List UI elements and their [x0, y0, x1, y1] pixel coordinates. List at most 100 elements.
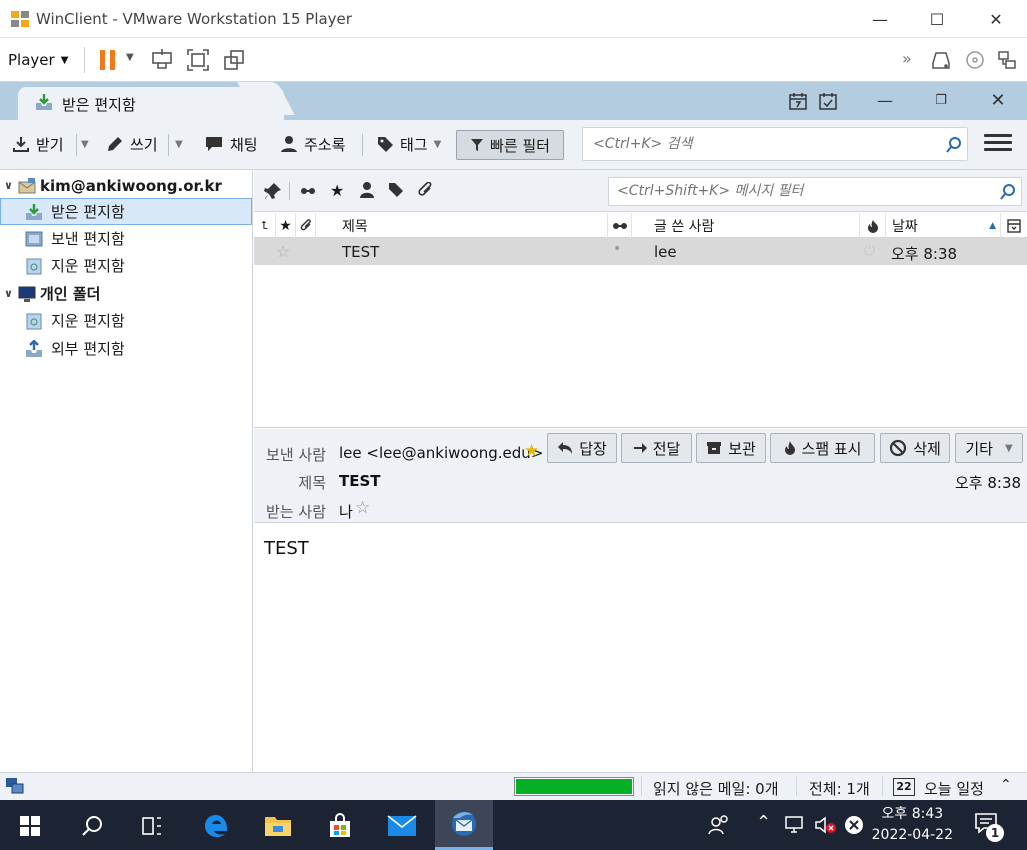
folder-sent[interactable]: 보낸 편지함 — [0, 225, 252, 252]
network-icon[interactable] — [996, 49, 1018, 71]
close-button[interactable]: ✕ — [973, 0, 1019, 38]
quick-filter-button[interactable]: 빠른 필터 — [456, 130, 564, 160]
forward-button[interactable]: 전달 — [621, 433, 692, 463]
tab-inbox[interactable]: 받은 편지함 — [18, 87, 284, 120]
close-circle-icon[interactable] — [844, 815, 864, 835]
chevron-down-icon[interactable]: ∨ — [4, 287, 14, 300]
contact-icon[interactable] — [360, 182, 374, 198]
chevron-down-icon[interactable]: ▼ — [126, 52, 134, 63]
edge-button[interactable] — [194, 807, 238, 845]
mail-button[interactable] — [380, 807, 424, 845]
from-value[interactable]: lee <lee@ankiwoong.edu> — [339, 444, 543, 462]
divider — [362, 134, 363, 156]
unread-icon[interactable] — [300, 184, 316, 198]
app-menu-button[interactable] — [984, 134, 1012, 156]
star-icon[interactable]: ★ — [524, 441, 539, 461]
message-filter[interactable] — [608, 177, 1022, 206]
chevron-down-icon[interactable]: ▼ — [81, 139, 89, 150]
tag-button[interactable]: 태그 ▼ — [372, 130, 445, 158]
more-button[interactable]: 기타 ▼ — [955, 433, 1023, 463]
column-attachment[interactable] — [296, 213, 316, 238]
search-input[interactable] — [593, 136, 933, 152]
column-star[interactable]: ★ — [276, 213, 296, 238]
folder-local[interactable]: ∨ 개인 폴더 — [0, 280, 252, 307]
column-date[interactable]: 날짜 ▲ — [886, 213, 1001, 238]
message-filter-input[interactable] — [617, 183, 987, 199]
person-icon — [281, 136, 297, 152]
task-view-button[interactable] — [130, 807, 174, 845]
archive-button[interactable]: 보관 — [696, 433, 766, 463]
calendar-icon[interactable] — [788, 91, 808, 111]
folder-local-trash[interactable]: 지운 편지함 — [0, 307, 252, 334]
to-label: 받는 사람 — [266, 503, 326, 521]
column-author[interactable]: 글 쓴 사람 — [632, 213, 860, 238]
send-ctrl-alt-del-icon[interactable] — [150, 48, 174, 72]
unity-icon[interactable] — [222, 48, 246, 72]
junk-button[interactable]: 스팸 표시 — [770, 433, 875, 463]
column-subject[interactable]: 제목 — [316, 213, 608, 238]
tb-close-button[interactable]: ✕ — [975, 82, 1021, 118]
chevron-down-icon[interactable]: ▼ — [175, 139, 183, 150]
to-value[interactable]: 나 — [339, 501, 353, 522]
column-thread[interactable]: ⮤ — [254, 213, 276, 238]
today-pane-label[interactable]: 오늘 일정 — [924, 778, 984, 799]
get-messages-button[interactable]: 받기 — [8, 130, 68, 158]
column-picker[interactable] — [1001, 213, 1027, 238]
tb-minimize-button[interactable]: — — [862, 82, 908, 118]
column-junk[interactable] — [860, 213, 886, 238]
tasks-icon[interactable] — [818, 91, 838, 111]
folder-outbox[interactable]: 외부 편지함 — [0, 335, 252, 362]
store-icon — [330, 813, 350, 837]
star-outline-icon[interactable]: ☆ — [276, 242, 290, 261]
table-row[interactable]: ☆ TEST • lee ⏻ 오후 8:38 — [254, 238, 1027, 265]
online-status-icon[interactable] — [5, 777, 25, 795]
folder-account[interactable]: ∨ kim@ankiwoong.or.kr — [0, 172, 252, 199]
global-search[interactable] — [582, 127, 968, 161]
folder-inbox[interactable]: 받은 편지함 — [0, 198, 252, 225]
notifications-button[interactable]: 1 — [974, 808, 1010, 844]
search-button[interactable] — [70, 807, 114, 845]
chevron-up-icon[interactable]: ⌃ — [1000, 777, 1012, 793]
read-dot-icon[interactable]: • — [613, 241, 621, 257]
thunderbird-button[interactable] — [435, 800, 493, 850]
chat-button[interactable]: 채팅 — [200, 130, 262, 158]
subject-value: TEST — [339, 472, 381, 490]
write-button[interactable]: 쓰기 — [102, 130, 162, 158]
addressbook-button[interactable]: 주소록 — [276, 130, 349, 158]
fullscreen-icon[interactable] — [186, 48, 210, 72]
store-button[interactable] — [318, 807, 362, 845]
column-read[interactable] — [608, 213, 632, 238]
pause-icon[interactable] — [96, 48, 120, 72]
cd-icon[interactable] — [964, 49, 986, 71]
maximize-button[interactable]: ☐ — [914, 0, 960, 38]
reply-button[interactable]: 답장 — [547, 433, 617, 463]
volume-muted-icon[interactable] — [814, 815, 838, 835]
people-icon[interactable] — [708, 814, 730, 836]
chevron-up-icon[interactable]: ⌃ — [756, 812, 771, 833]
player-menu[interactable]: Player ▼ — [8, 48, 68, 72]
tab-bar: 받은 편지함 — ❐ ✕ — [0, 82, 1027, 120]
explorer-button[interactable] — [256, 807, 300, 845]
tb-restore-button[interactable]: ❐ — [918, 82, 964, 118]
today-calendar-icon[interactable]: 22 — [893, 778, 915, 796]
search-icon[interactable] — [945, 136, 963, 154]
disk-icon[interactable] — [930, 49, 952, 71]
star-outline-icon[interactable]: ☆ — [355, 498, 370, 518]
pin-icon[interactable] — [264, 182, 282, 200]
attachment-icon[interactable] — [418, 182, 434, 198]
star-icon[interactable]: ★ — [330, 181, 344, 200]
junk-status-icon[interactable]: ⏻ — [864, 243, 875, 259]
folder-trash[interactable]: 지운 편지함 — [0, 252, 252, 279]
start-button[interactable] — [8, 807, 52, 845]
search-icon[interactable] — [999, 183, 1017, 201]
more-icon[interactable]: » — [902, 49, 912, 68]
chevron-down-icon[interactable]: ∨ — [4, 179, 14, 192]
tag-icon[interactable] — [388, 182, 404, 198]
minimize-button[interactable]: — — [857, 0, 903, 38]
column-picker-icon — [1007, 218, 1021, 233]
network-icon[interactable] — [784, 815, 808, 835]
local-folders-label: 개인 폴더 — [40, 285, 101, 303]
delete-button[interactable]: 삭제 — [880, 433, 950, 463]
notification-count-badge: 1 — [986, 824, 1004, 842]
taskbar-clock[interactable]: 오후 8:43 2022-04-22 — [872, 804, 953, 846]
